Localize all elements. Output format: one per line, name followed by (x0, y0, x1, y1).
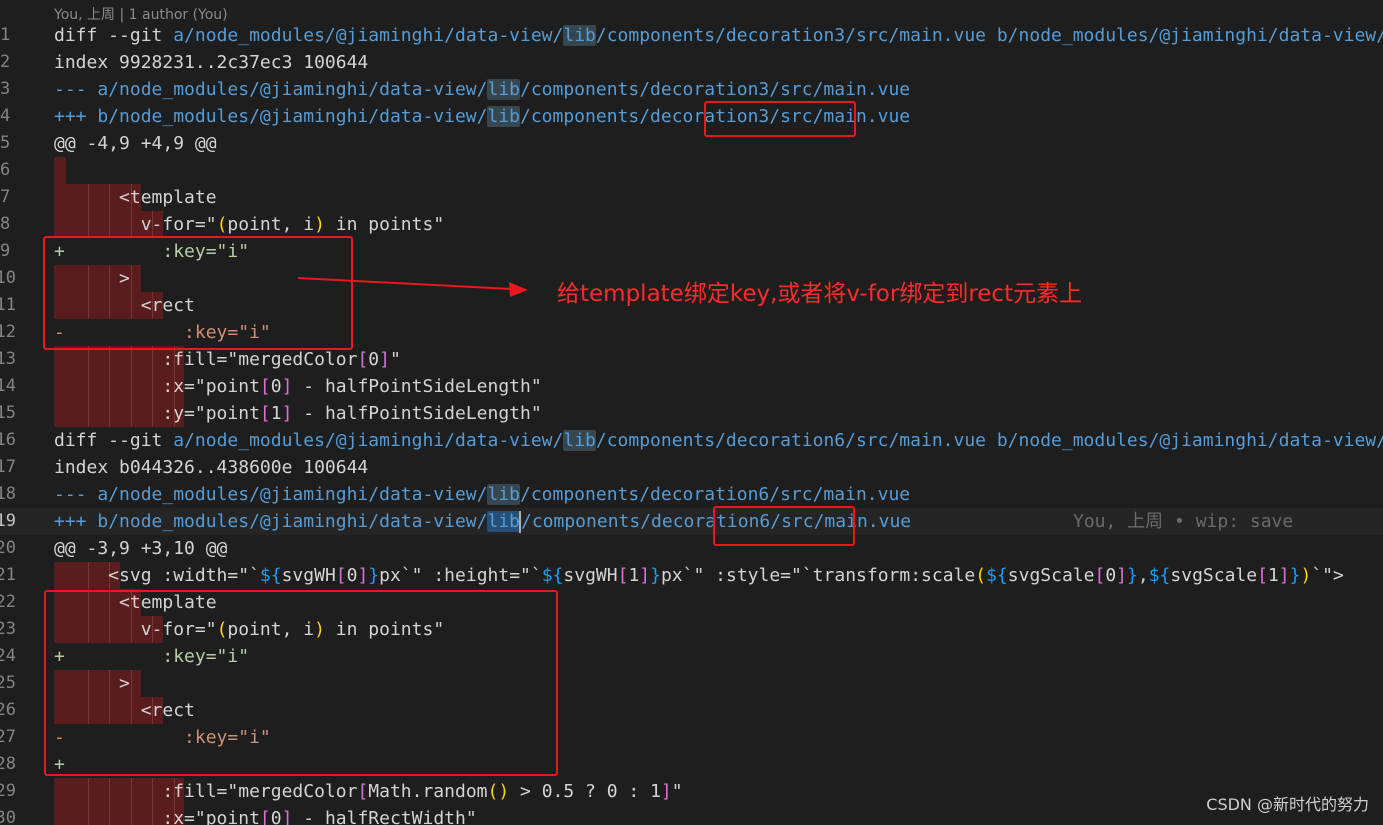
annotation-text: 给template绑定key,或者将v-for绑定到rect元素上 (557, 281, 1083, 307)
watermark: CSDN @新时代的努力 (1206, 795, 1369, 814)
annotation-arrow-icon (297, 277, 528, 297)
